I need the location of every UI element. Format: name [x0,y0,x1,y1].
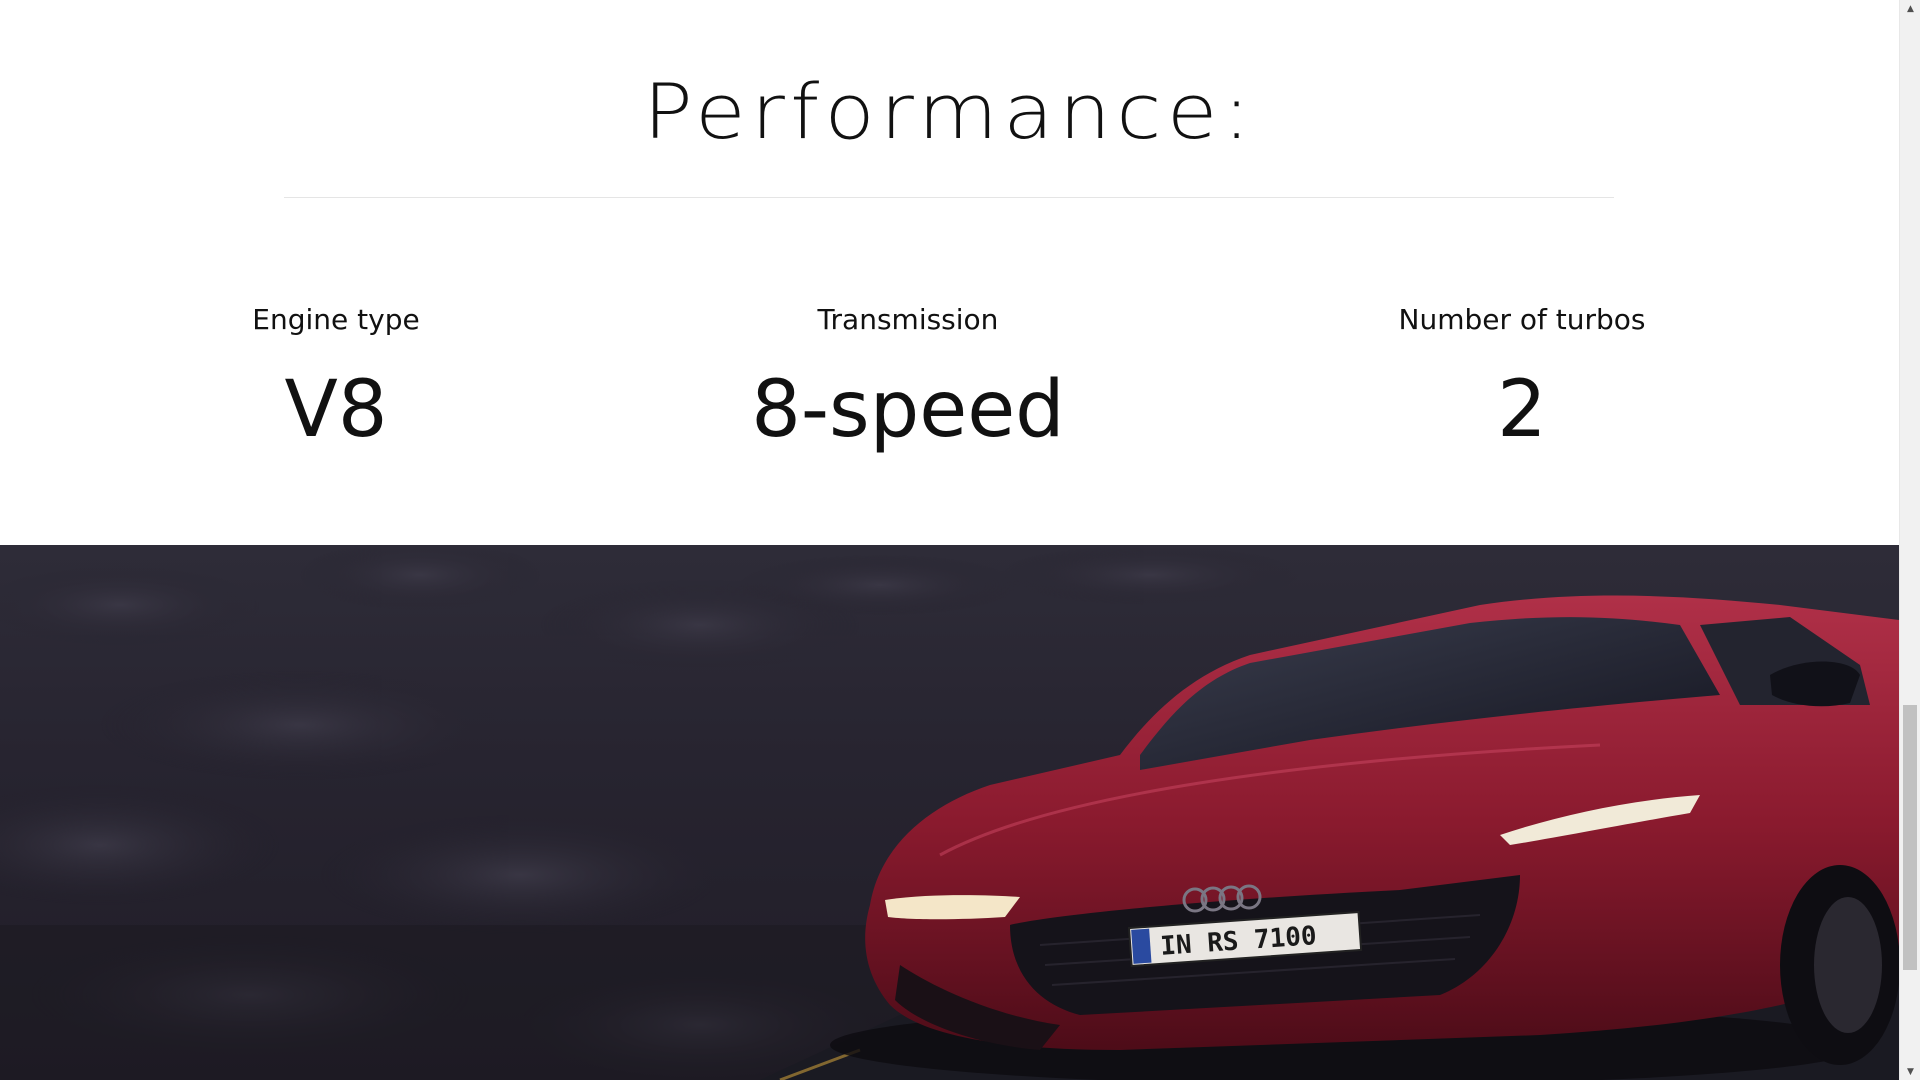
hero-car-image: IN RS 7100 [0,545,1899,1080]
spec-label: Transmission [817,303,999,336]
page-content: Performance: Engine type V8 Transmission… [0,0,1899,1080]
spec-label: Engine type [252,303,420,336]
vertical-scrollbar[interactable]: ▲ ▼ [1899,0,1920,1080]
triangle-up-icon[interactable]: ▲ [1900,0,1920,17]
page: Performance: Engine type V8 Transmission… [0,0,1920,1080]
spec-value: V8 [284,365,388,455]
section-title: Performance: [643,67,1256,156]
spec-value: 8-speed [751,365,1065,455]
section-divider [284,197,1614,198]
red-sports-car-illustration: IN RS 7100 [0,545,1899,1080]
spec-transmission: Transmission 8-speed [698,300,1118,455]
spec-label: Number of turbos [1398,303,1646,336]
spec-number-of-turbos: Number of turbos 2 [1312,300,1732,455]
scrollbar-thumb[interactable] [1903,705,1917,970]
spec-value: 2 [1497,365,1547,455]
triangle-down-icon[interactable]: ▼ [1900,1063,1920,1080]
spec-engine-type: Engine type V8 [126,300,546,455]
